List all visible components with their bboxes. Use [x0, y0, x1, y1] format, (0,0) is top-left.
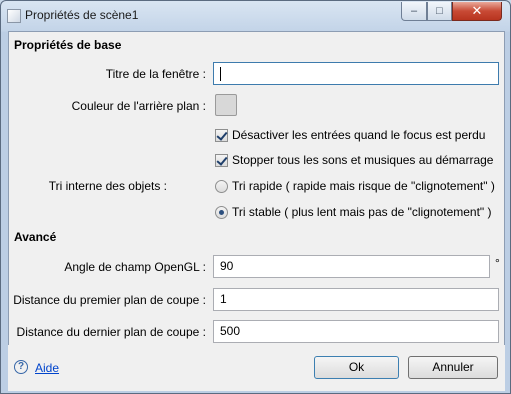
maximize-button[interactable]: □ [427, 2, 452, 21]
help-icon[interactable]: ? [14, 360, 28, 374]
window-title: Propriétés de scène1 [25, 8, 139, 22]
sort-fast-label: Tri rapide ( rapide mais risque de "clig… [232, 179, 495, 193]
window-title-label: Titre de la fenêtre : [105, 67, 206, 81]
help-link[interactable]: Aide [35, 361, 59, 375]
disable-inputs-checkbox[interactable] [215, 128, 228, 142]
sort-fast-radio[interactable] [215, 179, 228, 193]
app-icon [7, 9, 21, 23]
ok-button[interactable]: Ok [314, 356, 399, 379]
stop-sounds-label: Stopper tous les sons et musiques au dém… [232, 153, 494, 167]
cancel-button[interactable]: Annuler [408, 356, 498, 379]
window-title-input[interactable] [213, 62, 499, 85]
sort-option-stable[interactable]: Tri stable ( plus lent mais pas de "clig… [215, 205, 492, 219]
stop-sounds-checkbox-row[interactable]: Stopper tous les sons et musiques au dém… [215, 153, 493, 167]
minimize-button[interactable]: – [401, 2, 427, 21]
sort-stable-label: Tri stable ( plus lent mais pas de "clig… [232, 205, 492, 219]
disable-inputs-label: Désactiver les entrées quand le focus es… [232, 128, 486, 142]
dialog-content: Propriétés de base Titre de la fenêtre :… [8, 31, 505, 346]
fov-input[interactable]: 90 [213, 255, 490, 278]
sort-stable-radio[interactable] [215, 205, 228, 219]
text-caret [220, 67, 221, 81]
fov-unit: ° [495, 256, 500, 270]
dialog-window: Propriétés de scène1 – □ ✕ Propriétés de… [0, 0, 511, 394]
bg-color-label: Couleur de l'arrière plan : [71, 99, 206, 113]
close-button[interactable]: ✕ [452, 2, 502, 21]
dialog-footer: ? Aide Ok Annuler [8, 345, 505, 391]
sort-label: Tri interne des objets : [48, 179, 167, 193]
sort-option-fast[interactable]: Tri rapide ( rapide mais risque de "clig… [215, 179, 495, 193]
basic-section-title: Propriétés de base [14, 38, 122, 52]
stop-sounds-checkbox[interactable] [215, 153, 228, 167]
near-plane-label: Distance du premier plan de coupe : [13, 293, 206, 307]
bg-color-button[interactable] [215, 94, 237, 116]
advanced-section-title: Avancé [14, 230, 57, 244]
far-plane-label: Distance du dernier plan de coupe : [16, 325, 206, 339]
near-plane-input[interactable]: 1 [213, 288, 499, 311]
fov-label: Angle de champ OpenGL : [64, 260, 206, 274]
title-bar[interactable]: Propriétés de scène1 – □ ✕ [1, 1, 510, 31]
disable-inputs-checkbox-row[interactable]: Désactiver les entrées quand le focus es… [215, 128, 485, 142]
far-plane-input[interactable]: 500 [213, 320, 499, 343]
